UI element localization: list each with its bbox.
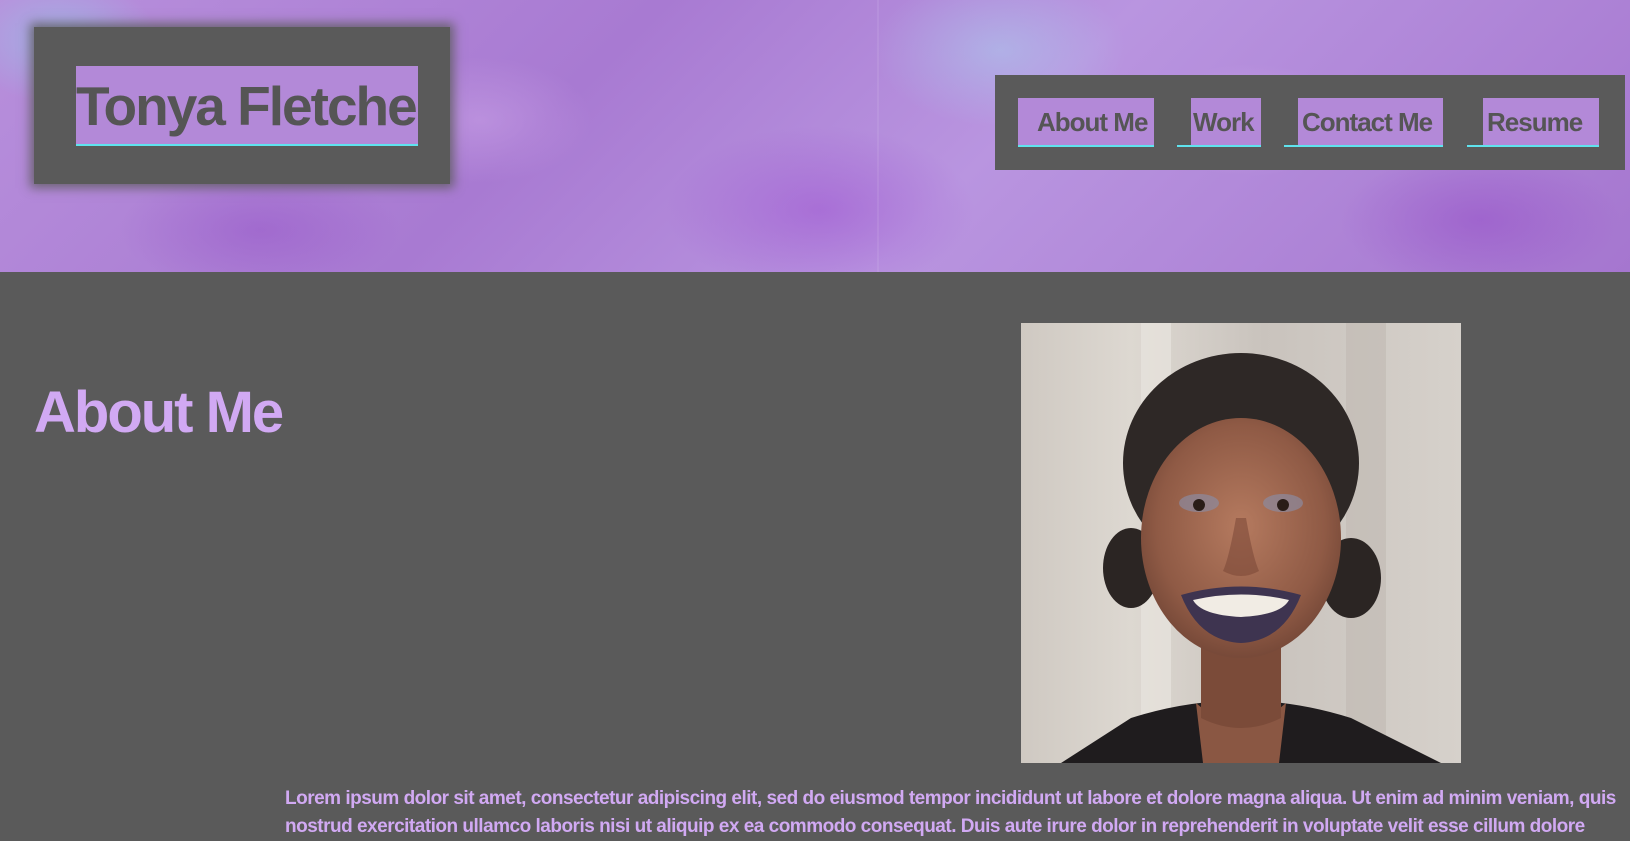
site-title[interactable]: Tonya Fletcher (76, 66, 418, 146)
nav-contact-underline-2 (1298, 145, 1443, 147)
profile-photo (1021, 323, 1461, 763)
about-paragraph-line: nostrud exercitation ullamco laboris nis… (285, 816, 1585, 837)
nav-about-underline (1018, 145, 1154, 147)
nav-contact-me-link[interactable]: Contact Me (1298, 98, 1443, 147)
hero-banner: Tonya Fletcher About Me Work Contact Me … (0, 0, 1630, 272)
nav-resume-link[interactable]: Resume (1483, 98, 1599, 147)
nav-about-me-link[interactable]: About Me (1018, 98, 1154, 147)
hero-seam (877, 0, 879, 272)
nav-work-underline-2 (1191, 145, 1261, 147)
nav-work-link[interactable]: Work (1191, 98, 1261, 147)
about-heading: About Me (34, 380, 284, 445)
main-nav: About Me Work Contact Me Resume (995, 75, 1625, 170)
about-paragraph-line: Lorem ipsum dolor sit amet, consectetur … (285, 788, 1616, 809)
nav-resume-underline-2 (1483, 145, 1599, 147)
